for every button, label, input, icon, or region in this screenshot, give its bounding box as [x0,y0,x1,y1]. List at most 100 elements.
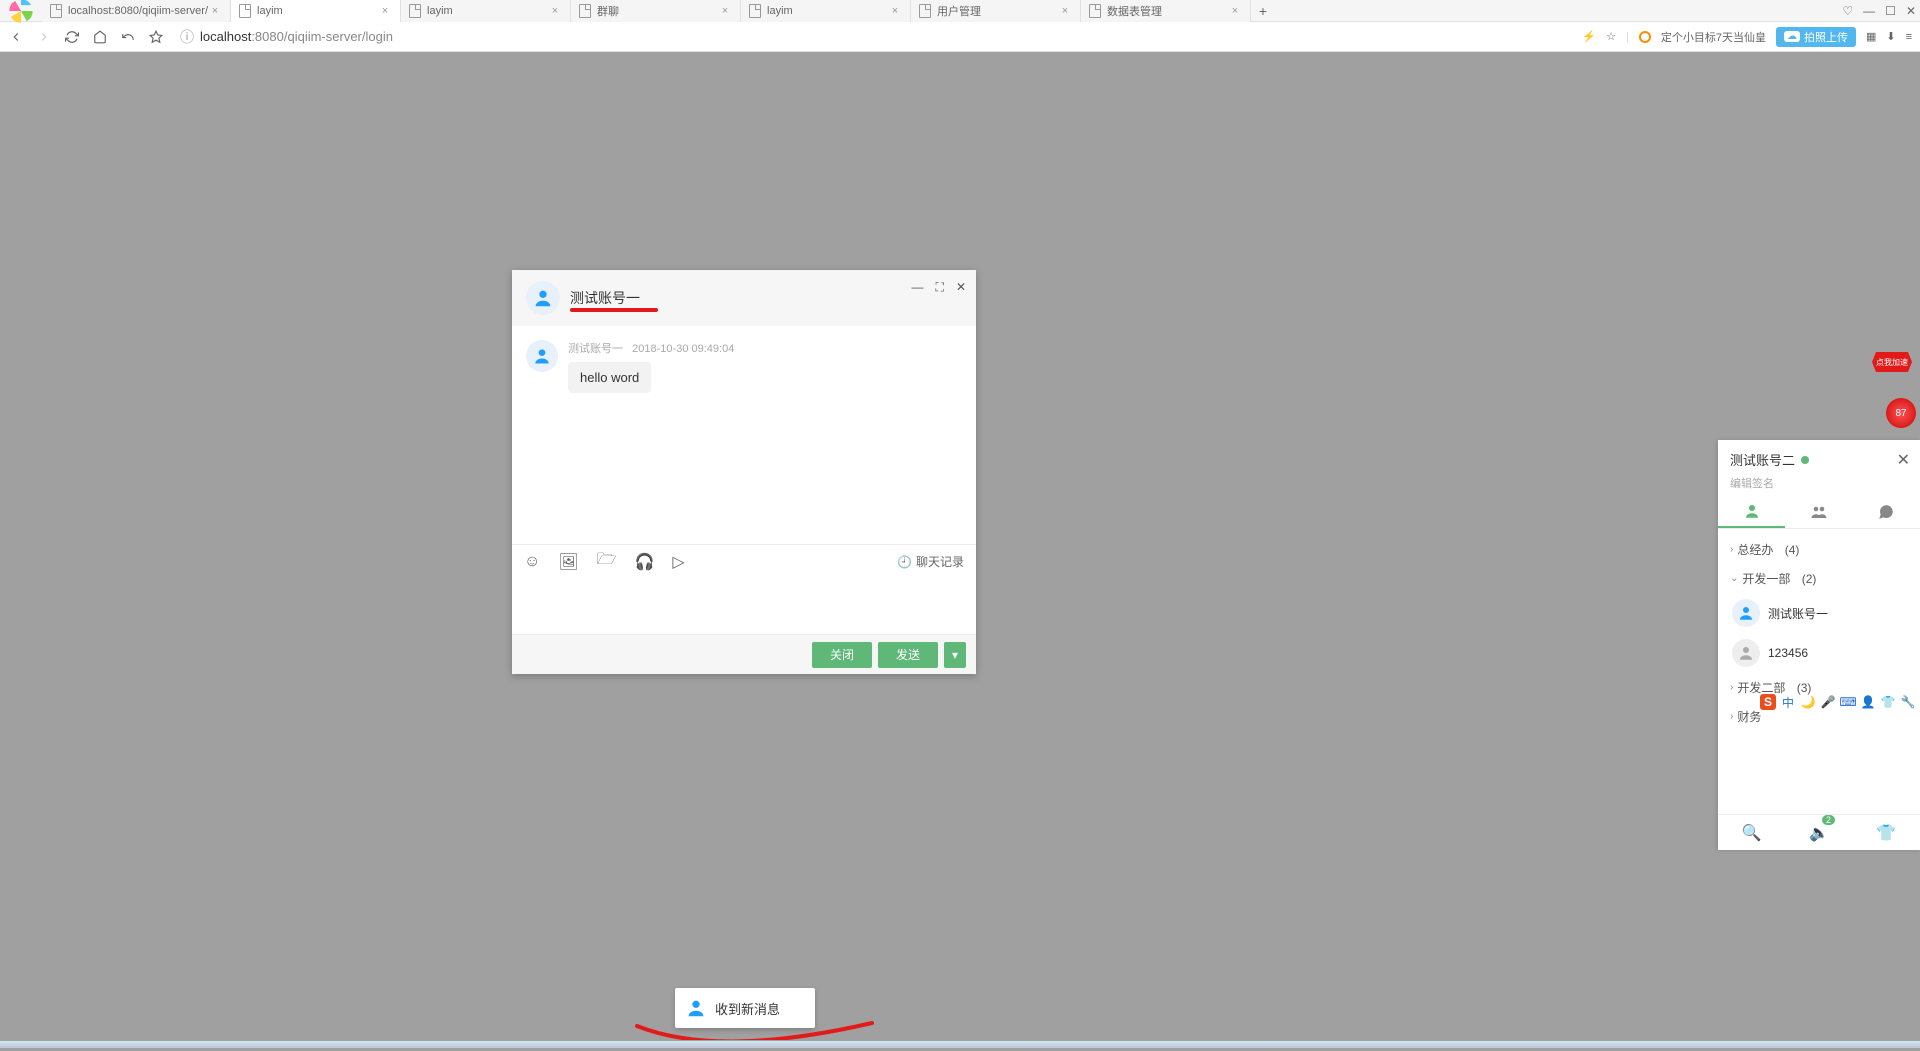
friend-item[interactable]: 测试账号一 [1718,593,1920,633]
minimize-icon[interactable]: — [912,280,924,295]
signature[interactable]: 编辑签名 [1730,475,1908,491]
search-icon[interactable]: 🔍 [1742,823,1762,843]
close-icon[interactable]: × [1228,5,1242,17]
tab-label: 用户管理 [937,3,1058,19]
clock-icon: 🕘 [897,555,912,569]
send-button[interactable]: 发送 [878,642,938,668]
back-icon[interactable] [8,29,24,45]
home-icon[interactable] [92,29,108,45]
address-bar[interactable]: ⓘ localhost:8080/qiqiim-server/login [180,27,393,47]
close-icon[interactable]: × [718,5,732,17]
friend-name: 123456 [1768,646,1808,660]
close-icon[interactable]: ✕ [1897,450,1910,470]
chevron-right-icon: › [1730,711,1733,722]
ime-user-icon[interactable]: 👤 [1860,694,1876,710]
tab-bar: localhost:8080/qiqiim-server/× layim× la… [0,0,1920,22]
group-item[interactable]: ›总经办 (4) [1718,535,1920,564]
info-icon: ⓘ [180,27,194,47]
sogou-icon[interactable]: S [1760,694,1776,710]
skin-icon[interactable]: 👕 [1876,823,1896,843]
friends-panel: 测试账号二 编辑签名 ✕ ›总经办 (4) ⌄开发一部 (2) 测试账号一 12… [1718,440,1920,850]
browser-chrome: localhost:8080/qiqiim-server/× layim× la… [0,0,1920,52]
video-icon[interactable]: ▷ [672,552,684,572]
tab-3[interactable]: 群聊× [571,0,741,22]
browser-logo[interactable] [0,0,42,22]
tab-messages[interactable] [1853,495,1920,528]
chat-title-text: 测试账号一 [570,290,640,306]
menu-icon[interactable]: ≡ [1906,31,1912,43]
new-tab-button[interactable]: + [1251,3,1275,19]
friends-tabs [1718,495,1920,529]
close-icon[interactable]: × [1058,5,1072,17]
bookmark-icon[interactable] [148,29,164,45]
close-button[interactable]: 关闭 [812,642,872,668]
close-icon[interactable]: ✕ [1906,4,1916,18]
ime-tool-icon[interactable]: 🔧 [1900,694,1916,710]
page-icon [1089,4,1101,18]
file-icon[interactable]: 🗁 [597,548,617,575]
message-meta: 测试账号一 2018-10-30 09:49:04 [568,340,734,356]
apps-icon[interactable]: ▦ [1866,30,1876,43]
tab-0[interactable]: localhost:8080/qiqiim-server/× [42,0,231,22]
ime-mic-icon[interactable]: 🎤 [1820,694,1836,710]
ime-shirt-icon[interactable]: 👕 [1880,694,1896,710]
tab-contacts[interactable] [1718,495,1785,528]
window-menu-icon[interactable]: ♡ [1842,4,1853,18]
avatar [1732,599,1760,627]
notification-icon[interactable]: 🔈2 [1809,823,1829,843]
star-icon[interactable]: ☆ [1606,30,1616,43]
ime-moon-icon[interactable]: 🌙 [1800,694,1816,710]
toast-text: 收到新消息 [715,999,780,1018]
close-icon[interactable]: × [888,5,902,17]
window-controls: ♡ — ☐ ✕ [1842,0,1916,22]
tab-groups[interactable] [1785,495,1852,528]
tab-4[interactable]: layim× [741,0,911,22]
audio-icon[interactable]: 🎧 [635,552,655,572]
group-name: 开发一部 [1742,570,1790,587]
group-item[interactable]: ⌄开发一部 (2) [1718,564,1920,593]
upload-button[interactable]: ☁拍照上传 [1776,27,1856,47]
search-engine-icon[interactable] [1639,31,1651,43]
my-name-text: 测试账号二 [1730,450,1795,469]
avatar [1732,639,1760,667]
page-icon [919,4,931,18]
message-sender: 测试账号一 [568,343,623,355]
tab-label: 群聊 [597,3,718,19]
minimize-icon[interactable]: — [1863,4,1875,18]
close-icon[interactable]: × [378,5,392,17]
chat-history-button[interactable]: 🕘 聊天记录 [897,553,964,570]
maximize-icon[interactable]: ☐ [1885,4,1896,18]
ime-keyboard-icon[interactable]: ⌨ [1840,694,1856,710]
divider: | [1626,31,1629,43]
search-hint: 定个小目标7天当仙皇 [1661,29,1766,45]
undo-icon[interactable] [120,29,136,45]
flash-icon[interactable]: ⚡ [1582,30,1596,43]
image-icon[interactable]: 🖼 [558,552,578,572]
send-dropdown[interactable]: ▾ [944,642,966,668]
chat-messages: 测试账号一 2018-10-30 09:49:04 hello word [512,326,976,544]
friends-header: 测试账号二 编辑签名 ✕ [1718,440,1920,495]
maximize-icon[interactable]: ⛶ [936,280,944,295]
page-icon [579,4,591,18]
message-time: 2018-10-30 09:49:04 [632,343,734,355]
emoji-icon[interactable]: ☺ [524,553,540,571]
chat-input[interactable] [512,578,976,634]
friend-item[interactable]: 123456 [1718,633,1920,673]
close-icon[interactable]: × [548,5,562,17]
tab-label: layim [767,5,888,17]
tab-2[interactable]: layim× [401,0,571,22]
tab-1[interactable]: layim× [231,0,401,22]
close-icon[interactable]: ✕ [956,280,966,295]
download-icon[interactable]: ⬇ [1886,30,1895,43]
reload-icon[interactable] [64,29,80,45]
close-icon[interactable]: × [208,5,222,17]
my-name: 测试账号二 [1730,450,1908,469]
forward-icon[interactable] [36,29,52,45]
tab-6[interactable]: 数据表管理× [1081,0,1251,22]
promo-widget[interactable]: 点我加速 87 [1872,352,1920,432]
ime-lang[interactable]: 中 [1780,694,1796,710]
tab-5[interactable]: 用户管理× [911,0,1081,22]
group-count: (2) [1802,572,1817,586]
cloud-icon: ☁ [1784,31,1800,42]
history-label: 聊天记录 [916,553,964,570]
